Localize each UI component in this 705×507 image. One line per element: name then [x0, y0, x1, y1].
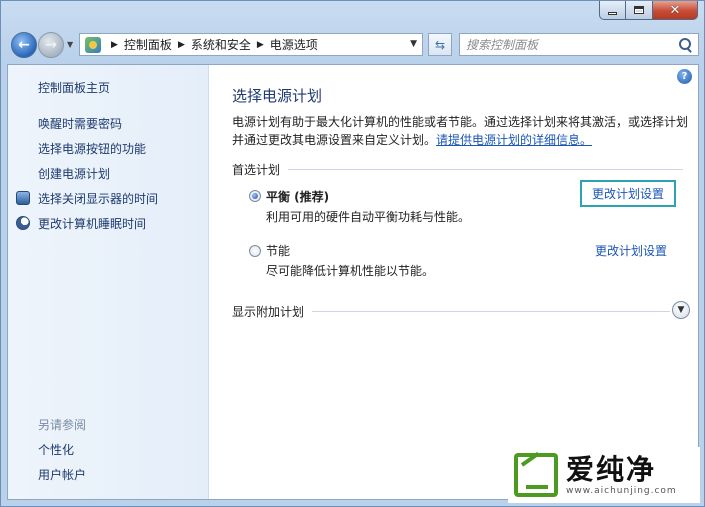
page-title: 选择电源计划: [232, 87, 323, 105]
section-divider: [312, 311, 671, 312]
sidebar-item-personalization[interactable]: 个性化: [38, 441, 74, 458]
watermark: 爱纯净 www.aichunjing.com: [508, 447, 700, 503]
intro-text: 电源计划有助于最大化计算机的性能或者节能。通过选择计划来将其激活，或选择计划 并…: [232, 113, 692, 149]
sidebar-item-wake-password[interactable]: 唤醒时需要密码: [38, 115, 122, 132]
intro-line-text: 并通过更改其电源设置来自定义计划。: [232, 133, 437, 147]
sidebar-item-user-accounts[interactable]: 用户帐户: [38, 466, 86, 483]
power-saver-plan-name[interactable]: 节能: [266, 242, 290, 259]
arrow-left-icon: ←: [18, 37, 30, 53]
breadcrumb-system-security[interactable]: 系统和安全: [191, 36, 251, 53]
address-dropdown-icon[interactable]: ▼: [410, 39, 417, 49]
breadcrumb-power-options[interactable]: 电源选项: [270, 36, 318, 53]
refresh-icon: ⇆: [434, 37, 446, 52]
recent-pages-chevron-icon[interactable]: ▼: [67, 40, 73, 49]
watermark-logo-icon: [514, 453, 558, 497]
refresh-button[interactable]: ⇆: [428, 33, 452, 56]
address-bar[interactable]: ▶ 控制面板 ▶ 系统和安全 ▶ 电源选项 ▼: [79, 33, 423, 56]
window: ✕ ← → ▼ ▶ 控制面板 ▶ 系统和安全 ▶ 电源选项 ▼ ⇆ 控制面板主页…: [0, 0, 705, 507]
search-box: [459, 33, 699, 56]
power-saver-plan-description: 尽可能降低计算机性能以节能。: [266, 264, 435, 278]
breadcrumb-chevron-icon[interactable]: ▶: [178, 40, 185, 50]
sidebar-item-sleep-time[interactable]: 更改计算机睡眠时间: [38, 215, 146, 232]
power-saver-plan-radio[interactable]: [249, 245, 261, 257]
sidebar: 控制面板主页 唤醒时需要密码 选择电源按钮的功能 创建电源计划 选择关闭显示器的…: [8, 65, 209, 499]
arrow-right-icon: →: [45, 37, 57, 53]
balanced-plan-radio[interactable]: [249, 190, 261, 202]
caption-buttons: ✕: [599, 1, 698, 20]
see-also-heading: 另请参阅: [38, 418, 87, 432]
minimize-icon: [608, 11, 617, 15]
balanced-plan-name[interactable]: 平衡 (推荐): [266, 188, 329, 205]
intro-line: 电源计划有助于最大化计算机的性能或者节能。通过选择计划来将其激活，或选择计划: [232, 115, 689, 129]
sidebar-item-create-plan[interactable]: 创建电源计划: [38, 165, 110, 182]
breadcrumb-chevron-icon[interactable]: ▶: [257, 40, 264, 50]
close-icon: ✕: [669, 2, 681, 18]
maximize-icon: [634, 6, 644, 14]
additional-plans-heading[interactable]: 显示附加计划: [232, 303, 671, 320]
additional-plans-label[interactable]: 显示附加计划: [232, 303, 304, 320]
content-area: 控制面板主页 唤醒时需要密码 选择电源按钮的功能 创建电源计划 选择关闭显示器的…: [7, 64, 699, 500]
balanced-change-settings-link[interactable]: 更改计划设置: [580, 180, 677, 207]
maximize-button[interactable]: [626, 1, 653, 20]
forward-button[interactable]: →: [38, 32, 64, 58]
navigation-row: ← → ▼ ▶ 控制面板 ▶ 系统和安全 ▶ 电源选项 ▼ ⇆: [7, 30, 699, 60]
close-button[interactable]: ✕: [653, 1, 698, 20]
section-divider: [288, 169, 684, 170]
monitor-icon: [16, 191, 30, 205]
minimize-button[interactable]: [599, 1, 626, 20]
sidebar-item-power-buttons[interactable]: 选择电源按钮的功能: [38, 140, 146, 157]
sidebar-item-display-off-time[interactable]: 选择关闭显示器的时间: [38, 190, 158, 207]
watermark-url: www.aichunjing.com: [566, 486, 677, 496]
search-icon[interactable]: [676, 36, 694, 54]
watermark-text: 爱纯净 www.aichunjing.com: [566, 453, 677, 497]
breadcrumb-control-panel[interactable]: 控制面板: [124, 36, 172, 53]
watermark-name: 爱纯净: [566, 453, 657, 486]
expand-chevron-icon[interactable]: ▼: [672, 301, 690, 319]
moon-icon: [16, 216, 30, 230]
preferred-plans-label: 首选计划: [232, 163, 281, 177]
intro-line: 并通过更改其电源设置来自定义计划。请提供电源计划的详细信息。: [232, 131, 692, 149]
breadcrumb-chevron-icon[interactable]: ▶: [111, 40, 118, 50]
sidebar-item-control-panel-home[interactable]: 控制面板主页: [38, 79, 110, 96]
search-input[interactable]: [460, 35, 676, 54]
power-saver-change-settings-link[interactable]: 更改计划设置: [595, 242, 667, 259]
help-icon[interactable]: ?: [677, 69, 692, 84]
control-panel-icon: [85, 36, 101, 53]
preferred-plans-heading: 首选计划: [232, 161, 684, 178]
main-pane: ? 选择电源计划 电源计划有助于最大化计算机的性能或者节能。通过选择计划来将其激…: [210, 65, 698, 499]
back-button[interactable]: ←: [11, 32, 37, 58]
balanced-plan-description: 利用可用的硬件自动平衡功耗与性能。: [266, 210, 471, 224]
plan-details-link[interactable]: 请提供电源计划的详细信息。: [436, 133, 592, 147]
